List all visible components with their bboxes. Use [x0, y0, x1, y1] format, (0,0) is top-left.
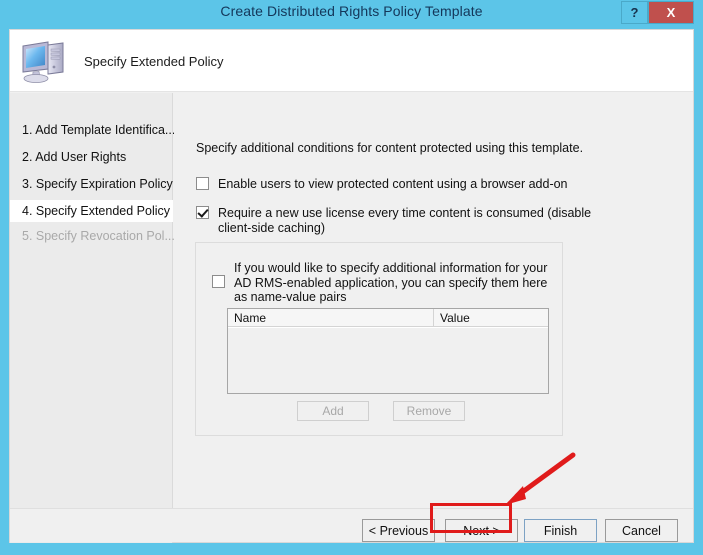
close-button[interactable]: X	[648, 1, 694, 24]
column-header-value[interactable]: Value	[434, 309, 548, 327]
table-header-row: Name Value	[228, 309, 548, 327]
dialog-footer: < Previous Next > Finish Cancel	[10, 508, 693, 542]
computer-icon	[22, 41, 64, 83]
wizard-steps-sidebar: 1. Add Template Identifica... 2. Add Use…	[10, 93, 175, 543]
finish-button[interactable]: Finish	[524, 519, 597, 542]
help-button[interactable]: ?	[621, 1, 648, 24]
checkbox-label-name-value-pairs: If you would like to specify additional …	[234, 261, 548, 304]
sidebar-item-step-2[interactable]: 2. Add User Rights	[10, 146, 173, 168]
checkbox-new-use-license[interactable]	[196, 206, 209, 219]
sidebar-item-step-4[interactable]: 4. Specify Extended Policy	[10, 200, 173, 222]
previous-button[interactable]: < Previous	[362, 519, 435, 542]
name-value-groupbox: If you would like to specify additional …	[195, 242, 563, 436]
checkbox-row-name-value-pairs[interactable]: If you would like to specify additional …	[212, 261, 552, 305]
dialog-header: Specify Extended Policy	[10, 30, 693, 92]
column-header-name[interactable]: Name	[228, 309, 434, 327]
checkbox-label-new-use-license: Require a new use license every time con…	[218, 206, 592, 235]
checkbox-row-browser-addon[interactable]: Enable users to view protected content u…	[196, 177, 626, 192]
checkbox-name-value-pairs[interactable]	[212, 275, 225, 288]
remove-button: Remove	[393, 401, 465, 421]
window-title: Create Distributed Rights Policy Templat…	[220, 3, 483, 19]
checkbox-label-browser-addon: Enable users to view protected content u…	[218, 177, 568, 191]
title-bar: Create Distributed Rights Policy Templat…	[0, 0, 703, 25]
cancel-button[interactable]: Cancel	[605, 519, 678, 542]
next-button[interactable]: Next >	[445, 519, 518, 542]
checkbox-row-new-use-license[interactable]: Require a new use license every time con…	[196, 206, 596, 235]
main-content: Specify additional conditions for conten…	[174, 93, 693, 507]
window-frame: Create Distributed Rights Policy Templat…	[0, 0, 703, 555]
sidebar-item-step-3[interactable]: 3. Specify Expiration Policy	[10, 173, 173, 195]
sidebar-item-step-1[interactable]: 1. Add Template Identifica...	[10, 119, 175, 141]
table-body-empty[interactable]	[228, 328, 548, 393]
page-title: Specify Extended Policy	[84, 54, 224, 69]
checkbox-browser-addon[interactable]	[196, 177, 209, 190]
add-button: Add	[297, 401, 369, 421]
name-value-table[interactable]: Name Value	[227, 308, 549, 394]
intro-text: Specify additional conditions for conten…	[196, 141, 584, 155]
dialog-body: Specify Extended Policy 1. Add Template …	[9, 29, 694, 543]
sidebar-item-step-5: 5. Specify Revocation Pol...	[22, 229, 175, 243]
